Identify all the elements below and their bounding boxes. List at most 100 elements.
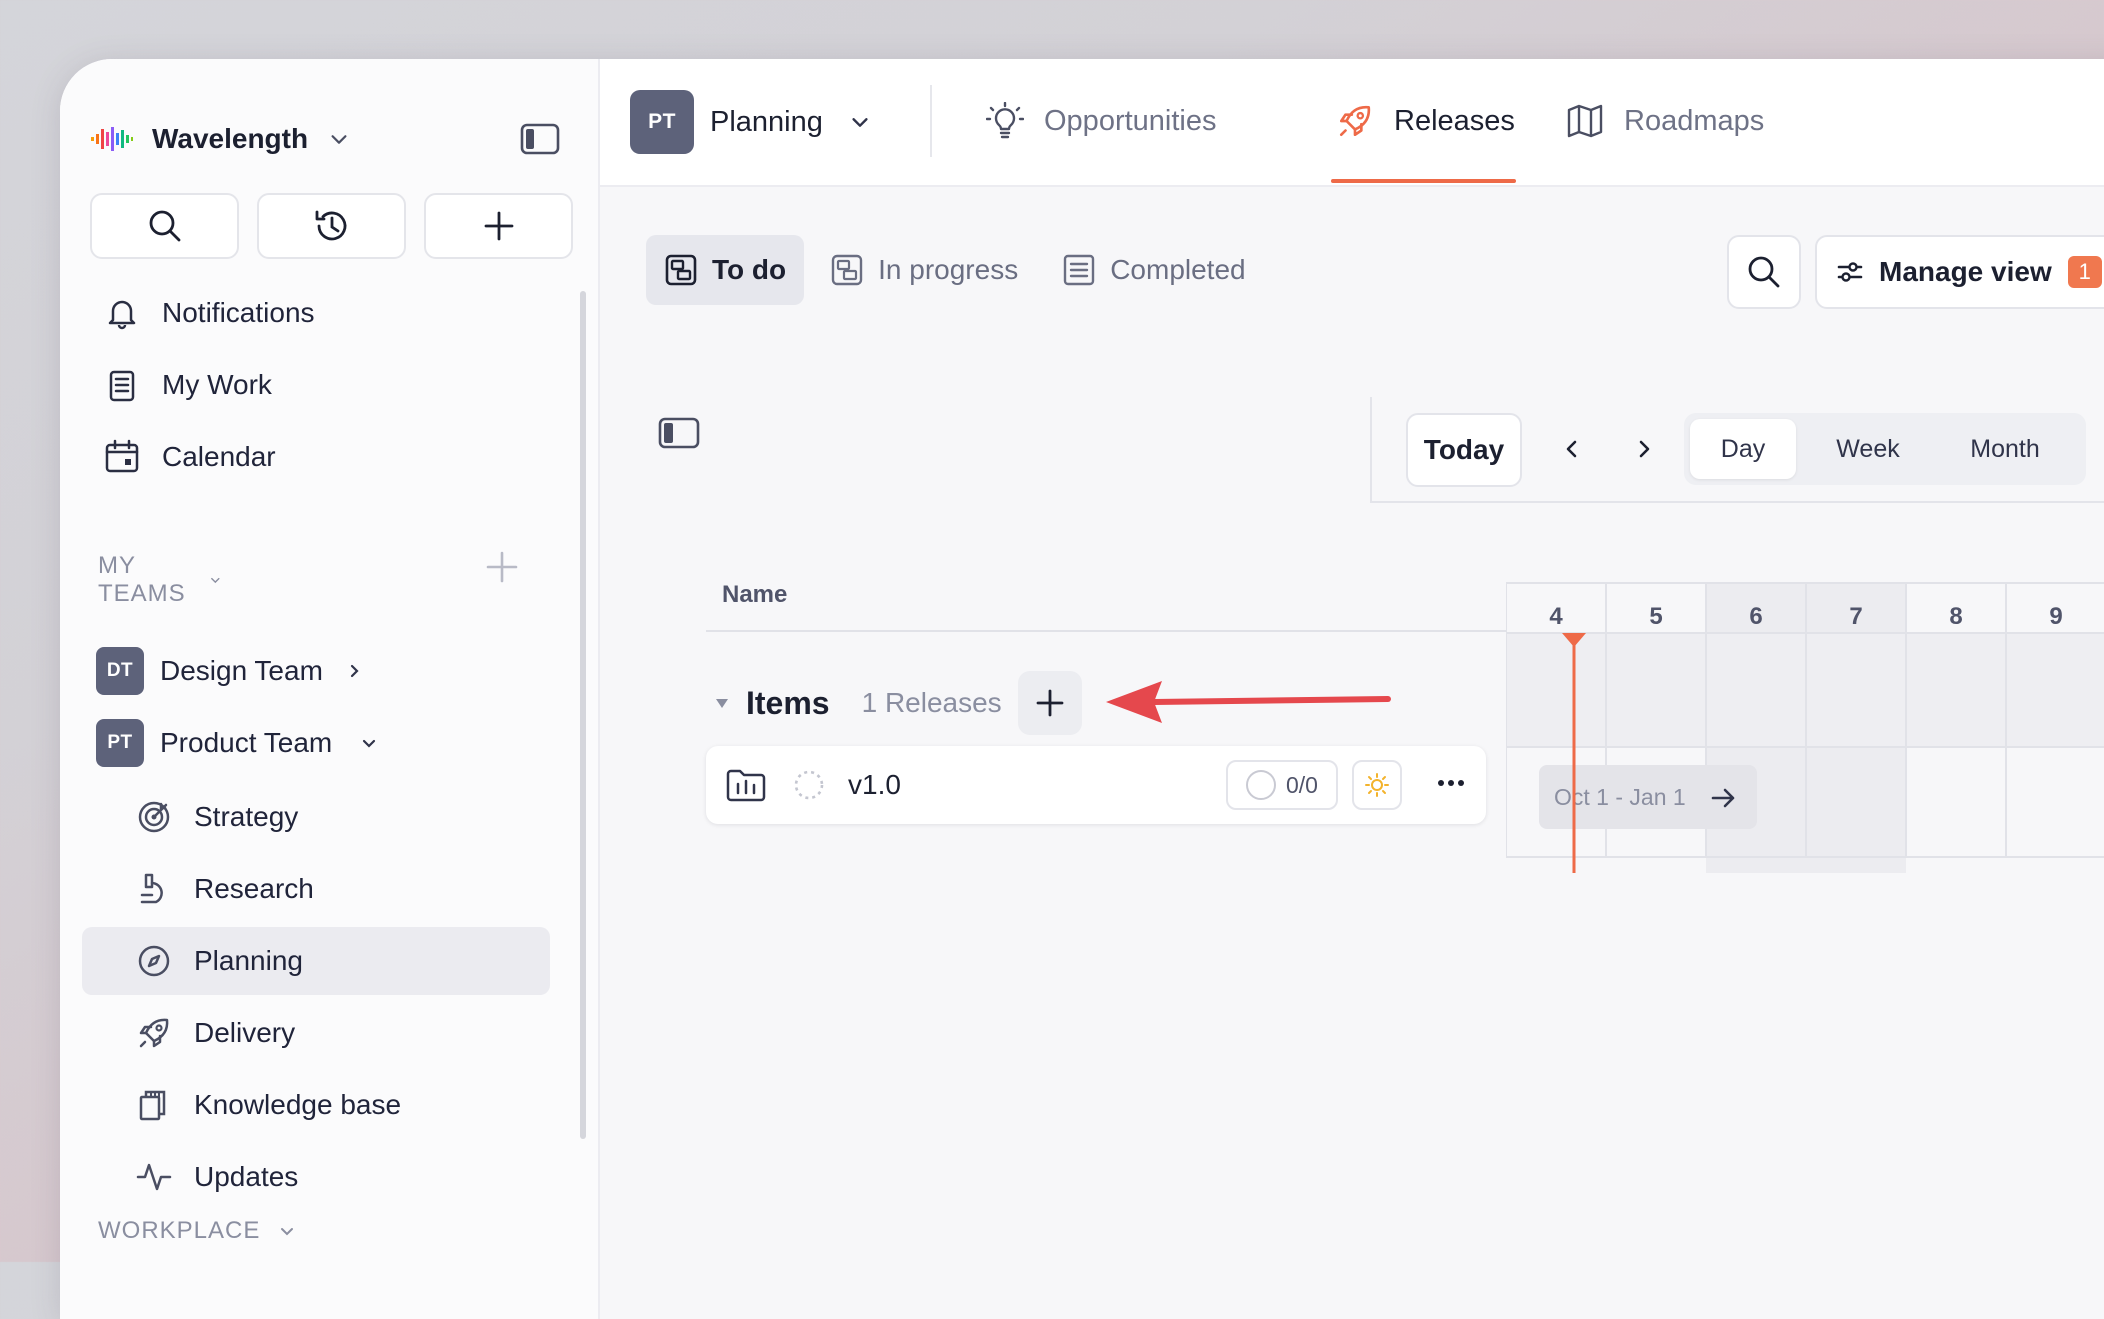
history-button[interactable] xyxy=(257,193,406,259)
today-button[interactable]: Today xyxy=(1406,413,1522,487)
tab-completed[interactable]: Completed xyxy=(1044,235,1263,305)
release-row[interactable]: v1.0 0/0 xyxy=(706,746,1486,824)
search-releases-button[interactable] xyxy=(1727,235,1801,309)
avatar: PT xyxy=(630,90,694,154)
release-date-bar[interactable]: Oct 1 - Jan 1 xyxy=(1539,765,1757,829)
history-icon xyxy=(315,210,346,241)
chevron-left-icon xyxy=(1566,440,1577,458)
add-team-icon[interactable] xyxy=(482,547,522,587)
progress-pill[interactable]: 0/0 xyxy=(1226,760,1338,810)
day-label: 4 xyxy=(1549,603,1563,630)
activity-icon xyxy=(134,1157,174,1197)
scale-day-button[interactable]: Day xyxy=(1690,419,1796,479)
tab-roadmaps[interactable]: Roadmaps xyxy=(1564,89,1764,153)
rocket-icon xyxy=(1334,100,1376,142)
search-button[interactable] xyxy=(90,193,239,259)
scale-month-button[interactable]: Month xyxy=(1940,419,2070,479)
microscope-icon xyxy=(134,869,174,909)
sidebar-item-label: Research xyxy=(194,873,314,904)
sidebar-item-research[interactable]: Research xyxy=(82,855,550,923)
sidebar-scrollbar[interactable] xyxy=(580,291,586,1139)
day-label: 7 xyxy=(1849,603,1862,630)
timescale-switcher: Day Week Month xyxy=(1684,413,2086,485)
tab-to-do[interactable]: To do xyxy=(646,235,805,305)
manage-view-button[interactable]: Manage view 1 xyxy=(1815,235,2104,309)
add-release-button[interactable] xyxy=(1017,671,1082,735)
tab-in-progress[interactable]: In progress xyxy=(812,235,1036,305)
timeline-grid[interactable]: 4 5 6 7 8 9 Oct 1 - Jan 1 xyxy=(1506,503,2104,873)
scale-week-button[interactable]: Week xyxy=(1816,419,1920,479)
collapse-sidebar-button[interactable] xyxy=(512,111,568,167)
sidebar-item-calendar[interactable]: Calendar xyxy=(82,423,550,491)
status-not-started-icon[interactable] xyxy=(792,768,826,802)
workspace-name: Wavelength xyxy=(152,123,309,154)
chevron-right-icon xyxy=(350,664,359,678)
release-name[interactable]: v1.0 xyxy=(848,769,901,801)
sidebar-panel-icon xyxy=(658,417,700,449)
chevron-down-icon xyxy=(363,739,376,748)
bell-icon xyxy=(102,293,142,333)
chevron-down-icon xyxy=(852,118,868,127)
my-teams-header[interactable]: MY TEAMS xyxy=(98,552,222,608)
sliders-icon xyxy=(1837,260,1863,284)
wavelength-logo-icon xyxy=(91,127,133,151)
sidebar-item-delivery[interactable]: Delivery xyxy=(82,999,550,1067)
tab-opportunities[interactable]: Opportunities xyxy=(984,89,1217,153)
active-tab-indicator xyxy=(1331,179,1516,183)
tab-label: Opportunities xyxy=(1044,104,1217,137)
sidebar-item-design-team[interactable]: DT Design Team xyxy=(82,637,550,705)
section-title: WORKPLACE xyxy=(98,1217,261,1244)
sidebar-item-label: Knowledge base xyxy=(194,1089,402,1120)
sidebar-item-label: Calendar xyxy=(162,441,276,472)
divider xyxy=(930,85,932,157)
more-options-button[interactable] xyxy=(1428,760,1474,806)
copy-docs-icon xyxy=(134,1085,174,1125)
day-label: 9 xyxy=(2049,603,2062,630)
sun-icon xyxy=(1365,773,1389,797)
filter-count-badge: 1 xyxy=(2067,256,2102,288)
release-status-button[interactable] xyxy=(1352,760,1402,810)
compass-icon xyxy=(134,941,174,981)
sidebar-item-strategy[interactable]: Strategy xyxy=(82,783,550,851)
sidebar-panel-icon xyxy=(520,123,560,155)
create-button[interactable] xyxy=(424,193,573,259)
sidebar-item-product-team[interactable]: PT Product Team xyxy=(82,709,550,777)
name-column-header[interactable]: Name xyxy=(722,581,787,609)
tab-label: To do xyxy=(712,254,787,285)
sidebar-item-planning[interactable]: Planning xyxy=(82,927,550,995)
release-folder-icon xyxy=(726,769,766,802)
plus-icon xyxy=(1036,689,1064,717)
sidebar-item-my-work[interactable]: My Work xyxy=(82,351,550,419)
annotation-arrow-icon xyxy=(1106,681,1391,723)
chevron-down-icon xyxy=(211,577,220,584)
sidebar-item-updates[interactable]: Updates xyxy=(82,1143,550,1211)
manage-view-label: Manage view xyxy=(1879,256,2052,287)
sidebar-item-label: Notifications xyxy=(162,297,315,328)
project-name: Planning xyxy=(710,105,823,138)
group-title: Items xyxy=(746,684,830,721)
kanban-board-icon xyxy=(664,253,698,287)
plus-icon xyxy=(484,211,513,241)
chevron-right-icon xyxy=(1639,440,1650,458)
rocket-icon xyxy=(134,1013,174,1053)
kanban-board-icon xyxy=(830,253,864,287)
progress-value: 0/0 xyxy=(1286,771,1318,798)
tab-releases[interactable]: Releases xyxy=(1334,89,1515,153)
project-switcher[interactable]: PT Planning xyxy=(630,90,871,154)
sidebar-item-label: Strategy xyxy=(194,801,299,832)
top-bar: PT Planning Opportunities Releases Roadm… xyxy=(600,59,2104,187)
next-period-button[interactable] xyxy=(1624,429,1664,469)
chevron-down-icon xyxy=(331,135,347,144)
search-icon xyxy=(1748,256,1780,288)
target-icon xyxy=(134,797,174,837)
release-group-header[interactable]: Items 1 Releases xyxy=(712,671,1082,735)
group-count: 1 Releases xyxy=(861,687,1002,718)
sidebar-item-notifications[interactable]: Notifications xyxy=(82,279,550,347)
previous-period-button[interactable] xyxy=(1552,429,1592,469)
caret-down-icon[interactable] xyxy=(712,693,732,713)
toggle-list-panel-button[interactable] xyxy=(655,409,703,457)
workplace-header[interactable]: WORKPLACE xyxy=(98,1217,296,1245)
workspace-switcher[interactable]: Wavelength xyxy=(90,109,350,169)
sidebar-item-knowledge-base[interactable]: Knowledge base xyxy=(82,1071,550,1139)
day-label: 6 xyxy=(1749,603,1762,630)
